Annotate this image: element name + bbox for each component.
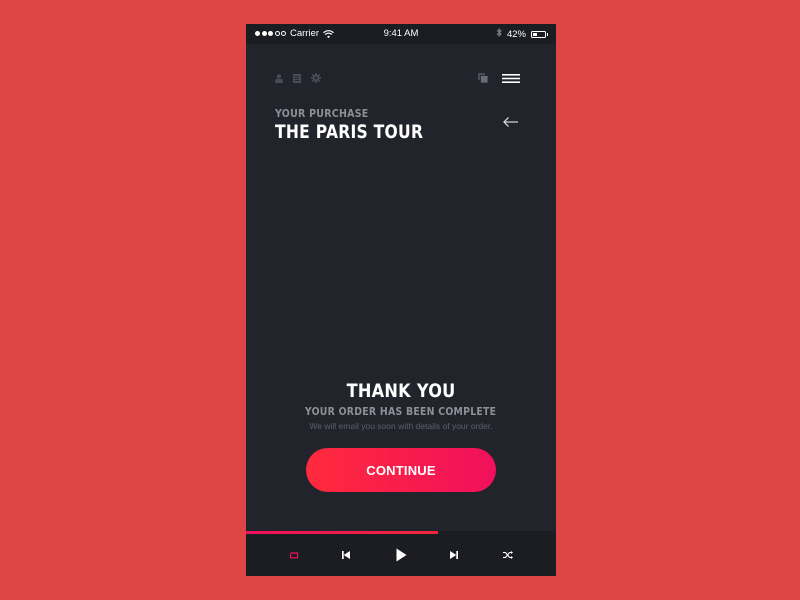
shuffle-icon xyxy=(503,551,513,559)
status-bar: Carrier 9:41 AM 42% xyxy=(246,24,556,44)
shuffle-button[interactable] xyxy=(493,534,523,576)
repeat-button[interactable] xyxy=(279,534,309,576)
document-icon[interactable] xyxy=(293,73,301,83)
gear-icon[interactable] xyxy=(311,73,321,83)
user-icon[interactable] xyxy=(275,73,283,83)
menu-icon[interactable] xyxy=(502,73,520,83)
next-icon xyxy=(450,551,458,559)
copy-icon[interactable] xyxy=(478,73,488,83)
battery-fill xyxy=(533,32,538,36)
confirmation-title: THANK YOU xyxy=(346,380,456,402)
player-controls xyxy=(246,534,556,576)
play-button[interactable] xyxy=(386,534,416,576)
nav-icons-right xyxy=(478,73,520,83)
previous-button[interactable] xyxy=(331,534,361,576)
previous-icon xyxy=(342,551,350,559)
status-right: 42% xyxy=(496,27,548,40)
bluetooth-icon xyxy=(496,27,502,40)
purchase-eyebrow: YOUR PURCHASE xyxy=(275,107,369,120)
play-icon xyxy=(396,548,406,562)
next-button[interactable] xyxy=(439,534,469,576)
page-title: THE PARIS TOUR xyxy=(275,121,424,143)
battery-percent: 42% xyxy=(506,28,526,40)
confirmation-note: We will email you soon with details of y… xyxy=(309,421,493,431)
arrow-left-icon[interactable] xyxy=(502,116,519,128)
repeat-icon xyxy=(289,551,299,558)
phone-screen: Carrier 9:41 AM 42% YOUR PURCHASE THE PA… xyxy=(246,24,556,576)
nav-icons-left xyxy=(275,73,321,83)
battery-icon xyxy=(531,30,548,38)
confirmation-block: THANK YOU YOUR ORDER HAS BEEN COMPLETE W… xyxy=(246,380,556,431)
confirmation-subtitle: YOUR ORDER HAS BEEN COMPLETE xyxy=(305,405,497,418)
continue-button[interactable]: CONTINUE xyxy=(306,448,496,492)
